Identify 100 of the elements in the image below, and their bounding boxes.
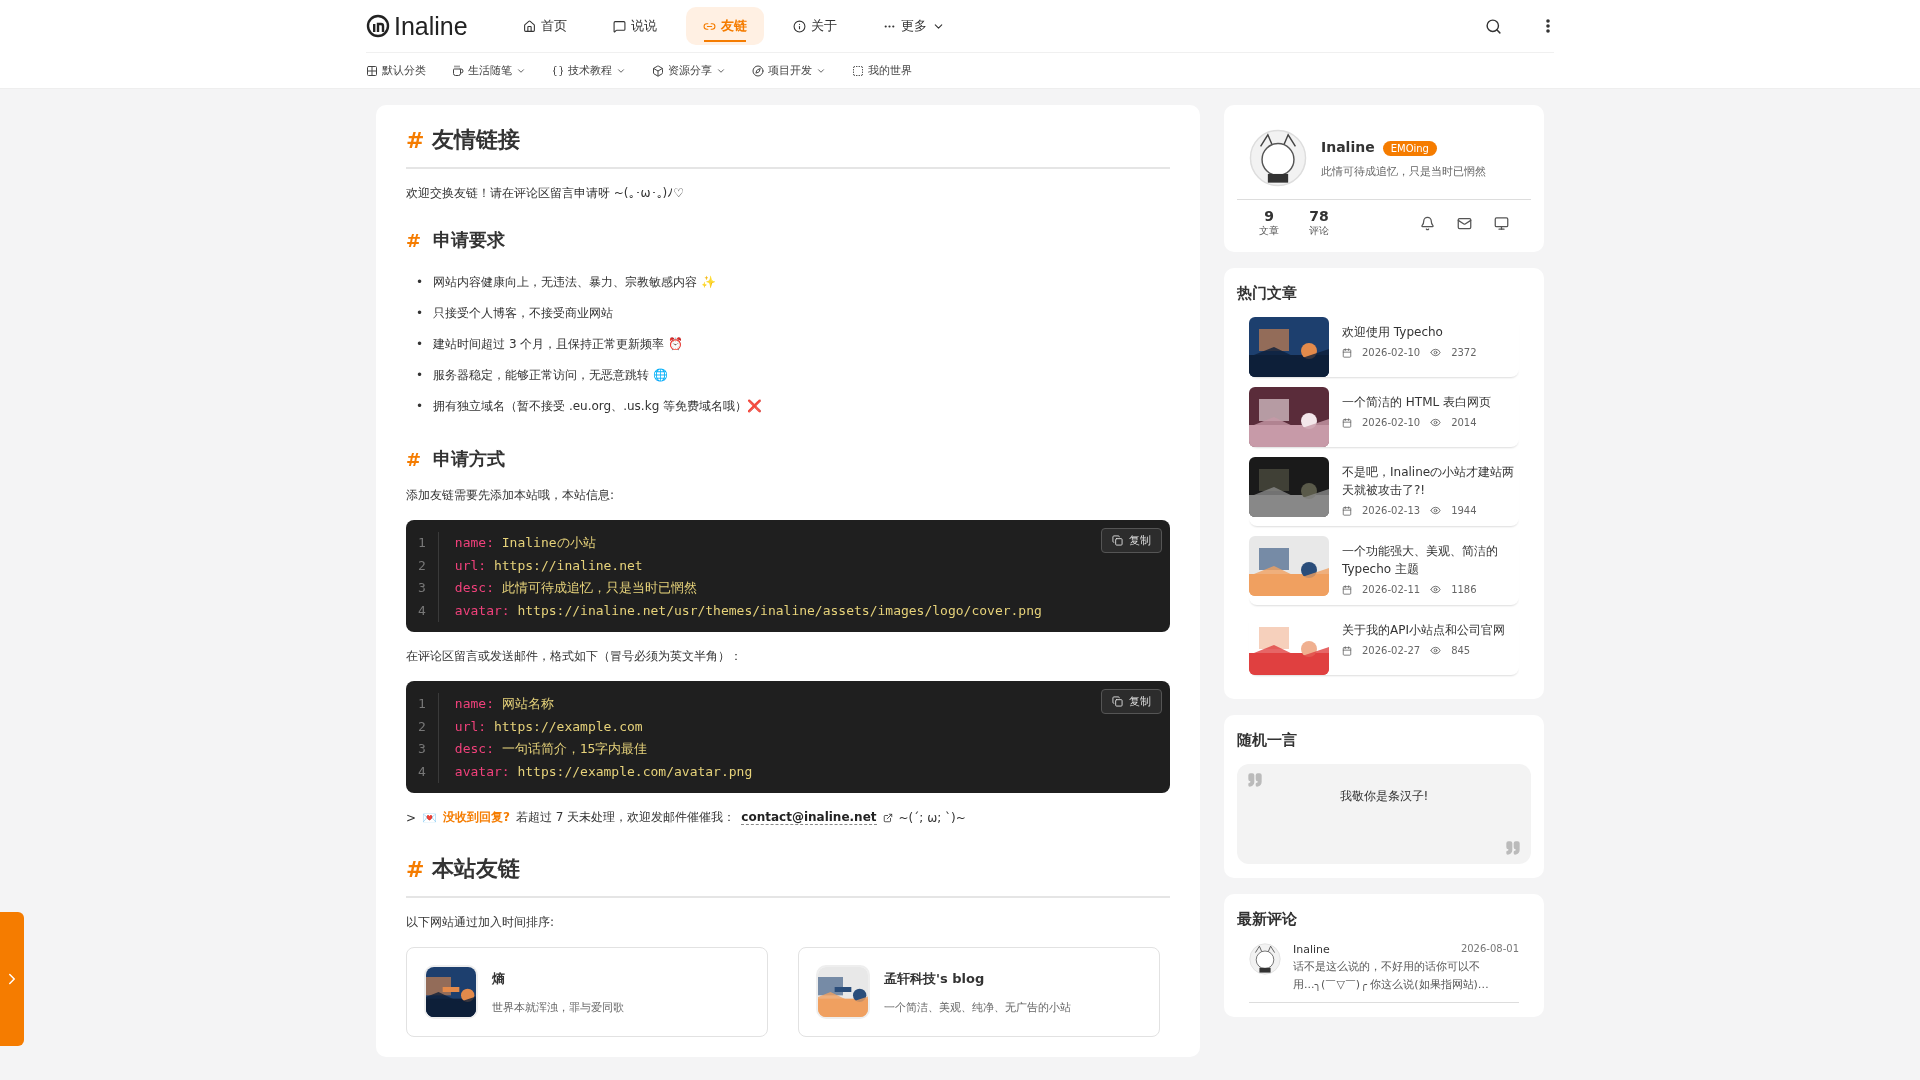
note-text: 若超过 7 天未处理，欢迎发邮件催催我： xyxy=(516,809,736,826)
cup-icon xyxy=(452,64,464,77)
line-number: 1 xyxy=(418,695,426,713)
code-line: name: 网站名称 xyxy=(454,695,555,713)
category-link[interactable]: 资源分享 xyxy=(652,63,726,78)
logo-icon[interactable] xyxy=(366,14,390,38)
post-views: 2372 xyxy=(1451,347,1477,358)
page-title: 友情链接 xyxy=(432,126,521,154)
post-title: 欢迎使用 Typecho xyxy=(1342,324,1444,341)
profile-motto: 此情可待成追忆，只是当时已惘然 xyxy=(1321,164,1486,179)
category-link[interactable]: 生活随笔 xyxy=(452,63,526,78)
bullet-marker: • xyxy=(416,274,424,289)
category-link[interactable]: 默认分类 xyxy=(366,63,426,78)
post-date: 2026-02-10 xyxy=(1362,347,1421,358)
hot-post-item[interactable]: 关于我的API小站点和公司官网 2026-02-27 845 xyxy=(1249,615,1519,675)
logo-text[interactable]: Inaline xyxy=(394,11,468,41)
cube-icon xyxy=(652,64,664,77)
stat-value: 78 xyxy=(1309,208,1329,224)
avatar-icon xyxy=(1249,943,1281,975)
eye-icon xyxy=(1430,584,1442,595)
stat-label: 评论 xyxy=(1309,224,1329,238)
category-link[interactable]: 我的世界 xyxy=(852,63,912,78)
post-views: 1186 xyxy=(1451,584,1477,595)
nav-tab[interactable]: 关于 xyxy=(775,7,854,45)
hot-post-item[interactable]: 一个简洁的 HTML 表白网页 2026-02-10 2014 xyxy=(1249,387,1519,447)
calendar-icon xyxy=(1342,417,1352,428)
code-line: desc: 此情可待成追忆，只是当时已惘然 xyxy=(454,579,698,597)
friend-name: 熵 xyxy=(492,969,506,988)
friend-name: 孟轩科技's blog xyxy=(884,969,986,988)
body-text: 在评论区留言或发送邮件，格式如下（冒号必须为英文半角）： xyxy=(406,648,743,665)
calendar-icon xyxy=(1342,645,1352,656)
open-quote-icon xyxy=(1247,772,1263,788)
friend-link-card[interactable]: 熵 世界本就浑浊，罪与爱同歌 xyxy=(406,947,768,1037)
line-number: 3 xyxy=(418,740,426,758)
category-link[interactable]: 技术教程 xyxy=(552,63,626,78)
requirement-item: 网站内容健康向上，无违法、暴力、宗教敏感内容 ✨ xyxy=(433,273,716,291)
note-highlight: 没收到回复? xyxy=(443,809,511,826)
line-number: 4 xyxy=(418,762,426,781)
post-title: 关于我的API小站点和公司官网 xyxy=(1342,622,1505,639)
avatar-icon xyxy=(1249,129,1307,187)
stat-label: 文章 xyxy=(1259,224,1279,238)
monitor-icon[interactable] xyxy=(1494,215,1509,231)
hot-post-item[interactable]: 一个功能强大、美观、简洁的 Typecho 主题 2026-02-11 1186 xyxy=(1249,536,1519,605)
code-line: avatar: https://example.com/avatar.png xyxy=(454,762,753,781)
line-number: 4 xyxy=(418,601,426,620)
bell-icon[interactable] xyxy=(1420,215,1435,231)
category-link[interactable]: 项目开发 xyxy=(752,63,826,78)
home-icon xyxy=(522,19,536,33)
info-icon xyxy=(792,19,806,33)
nav-tab[interactable]: 更多 xyxy=(865,7,962,45)
compass-icon xyxy=(752,64,764,77)
heading-hash: # xyxy=(406,229,422,251)
friend-link-card[interactable]: 孟轩科技's blog 一个简洁、美观、纯净、无广告的小站 xyxy=(798,947,1160,1037)
bullet-marker: • xyxy=(416,305,424,320)
post-title: 一个简洁的 HTML 表白网页 xyxy=(1342,394,1492,411)
square-icon xyxy=(852,64,864,77)
copy-icon xyxy=(1112,696,1123,707)
copy-button[interactable]: 复制 xyxy=(1101,689,1162,714)
side-drawer-toggle[interactable] xyxy=(0,912,24,1046)
code-line: url: https://example.com xyxy=(454,717,644,736)
eye-icon xyxy=(1430,645,1442,656)
post-views: 845 xyxy=(1451,645,1471,656)
search-icon xyxy=(1485,17,1502,35)
email-link[interactable]: contact@inaline.net xyxy=(741,810,877,825)
comment-text: 话不是这么说的，不好用的话你可以不用...╮(￣▽￣)╭ 你这么说(如果指网站)… xyxy=(1293,959,1490,993)
nav-tab[interactable]: 说说 xyxy=(595,7,674,45)
calendar-icon xyxy=(1342,505,1352,516)
comment-author: Inaline xyxy=(1293,943,1330,956)
hot-post-item[interactable]: 欢迎使用 Typecho 2026-02-10 2372 xyxy=(1249,317,1519,377)
friend-description: 世界本就浑浊，罪与爱同歌 xyxy=(492,999,624,1015)
quote-marker: > xyxy=(406,810,417,825)
copy-button[interactable]: 复制 xyxy=(1101,528,1162,553)
eye-icon xyxy=(1430,417,1442,428)
copy-icon xyxy=(1112,535,1123,546)
letter-emoji: 💌 xyxy=(422,810,438,825)
calendar-icon xyxy=(1342,347,1352,358)
eye-icon xyxy=(1430,505,1442,516)
calendar-icon xyxy=(1342,584,1352,595)
status-badge: EMOing xyxy=(1382,141,1437,156)
post-date: 2026-02-27 xyxy=(1362,645,1421,656)
post-date: 2026-02-13 xyxy=(1362,505,1421,516)
requirement-item: 建站时间超过 3 个月，且保持正常更新频率 ⏰ xyxy=(433,335,684,353)
bullet-marker: • xyxy=(416,367,424,382)
heading-hash: # xyxy=(406,448,422,470)
nav-tab[interactable]: 首页 xyxy=(505,7,584,45)
body-text: 添加友链需要先添加本站哦，本站信息: xyxy=(406,487,616,504)
heading-hash: # xyxy=(406,856,425,882)
grid-icon xyxy=(366,64,378,77)
hot-post-item[interactable]: 不是吧，Inalineの小站才建站两天就被攻击了?! 2026-02-13 1944 xyxy=(1249,457,1519,526)
chat-icon xyxy=(612,19,626,33)
code-line: avatar: https://inaline.net/usr/themes/inaline/assets/images/logo/cover.png xyxy=(454,601,1042,620)
mail-icon[interactable] xyxy=(1457,215,1472,231)
stat-value: 9 xyxy=(1263,208,1275,224)
post-views: 2014 xyxy=(1451,417,1477,428)
post-date: 2026-02-10 xyxy=(1362,417,1421,428)
code-line: url: https://inaline.net xyxy=(454,556,644,575)
card-title: 热门文章 xyxy=(1237,284,1298,303)
card-title: 随机一言 xyxy=(1237,731,1298,750)
section-heading: 本站友链 xyxy=(432,855,521,883)
quote-text: 我敬你是条汉子! xyxy=(1338,788,1430,805)
